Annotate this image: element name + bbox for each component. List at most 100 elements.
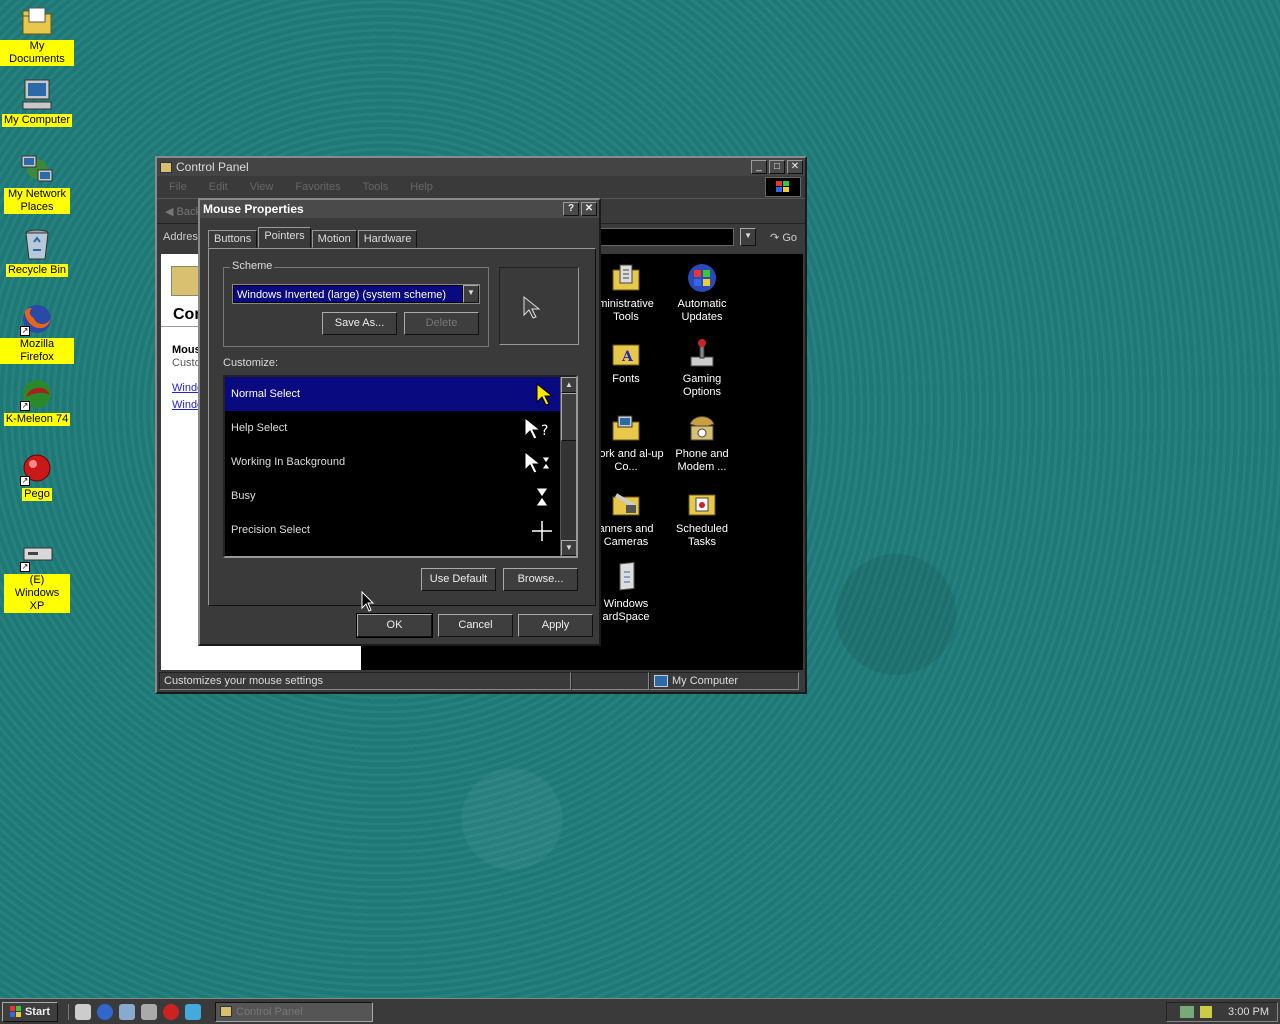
desktop-icon-firefox[interactable]: ↗ Mozilla Firefox xyxy=(0,302,74,364)
desktop-icon-label: Mozilla Firefox xyxy=(0,338,74,364)
scroll-down-icon[interactable]: ▼ xyxy=(561,540,576,556)
search-icon[interactable] xyxy=(141,1003,157,1020)
clock[interactable]: 3:00 PM xyxy=(1228,1006,1269,1018)
go-button[interactable]: ↷ Go xyxy=(762,231,805,244)
scheme-select[interactable]: Windows Inverted (large) (system scheme)… xyxy=(232,284,480,304)
mouse-properties-dialog[interactable]: Mouse Properties ? ✕ Buttons Pointers Mo… xyxy=(198,198,601,646)
scroll-thumb[interactable] xyxy=(561,393,576,441)
cp-item-scheduled-tasks[interactable]: Scheduled Tasks xyxy=(663,487,741,549)
chevron-down-icon[interactable]: ▼ xyxy=(463,285,479,303)
address-dropdown-button[interactable]: ▼ xyxy=(740,228,757,246)
save-as-button[interactable]: Save As... xyxy=(322,312,397,335)
folder-documents-icon xyxy=(20,4,54,38)
volume-tray-icon[interactable] xyxy=(1200,1006,1213,1018)
browse-button[interactable]: Browse... xyxy=(503,568,578,591)
control-panel-titlebar[interactable]: Control Panel _ □ ✕ xyxy=(157,158,805,176)
computer-icon xyxy=(654,675,668,687)
internet-explorer-icon[interactable] xyxy=(97,1003,113,1020)
drive-icon: ↗ xyxy=(20,538,54,572)
shortcut-arrow-icon: ↗ xyxy=(20,476,30,486)
pointer-row-working-in-background[interactable]: Working In Background xyxy=(225,445,576,479)
messenger-icon[interactable] xyxy=(185,1003,201,1020)
desktop-icon-windows-xp-drive[interactable]: ↗ (E) Windows XP xyxy=(0,538,74,613)
desktop-icon-pego[interactable]: ↗ Pego xyxy=(0,452,74,501)
pointer-row-busy[interactable]: Busy xyxy=(225,479,576,513)
menu-favorites[interactable]: Favorites xyxy=(295,181,340,193)
menu-help[interactable]: Help xyxy=(410,181,433,193)
outlook-express-icon[interactable] xyxy=(119,1003,135,1020)
cp-item-gaming-options[interactable]: Gaming Options xyxy=(663,337,741,399)
tab-buttons[interactable]: Buttons xyxy=(208,230,258,248)
taskbar-button-control-panel[interactable]: Control Panel xyxy=(215,1001,373,1022)
shortcut-arrow-icon: ↗ xyxy=(20,401,30,411)
mouse-cursor-icon xyxy=(361,591,375,612)
menu-view[interactable]: View xyxy=(250,181,274,193)
control-panel-folder-icon xyxy=(171,266,201,296)
pointer-list-scrollbar[interactable]: ▲ ▼ xyxy=(560,377,576,556)
maximize-button[interactable]: □ xyxy=(769,160,785,174)
dialog-tabs: Buttons Pointers Motion Hardware xyxy=(208,227,418,248)
ok-button[interactable]: OK xyxy=(356,613,433,638)
desktop-icon-label: My Network Places xyxy=(4,188,70,214)
desktop-icon-label: Pego xyxy=(22,488,52,501)
close-button[interactable]: ✕ xyxy=(787,160,803,174)
shortcut-arrow-icon: ↗ xyxy=(20,562,30,572)
dialog-close-button[interactable]: ✕ xyxy=(581,202,597,216)
use-default-button[interactable]: Use Default xyxy=(421,568,496,591)
dialog-titlebar[interactable]: Mouse Properties ? ✕ xyxy=(200,200,599,218)
pego-launch-icon[interactable] xyxy=(163,1003,179,1020)
desktop-icon-network-places[interactable]: My Network Places xyxy=(0,152,74,214)
cancel-button[interactable]: Cancel xyxy=(438,614,513,637)
desktop-icon-label: K-Meleon 74 xyxy=(3,413,71,426)
desktop-icon-kmeleon[interactable]: ↗ K-Meleon 74 xyxy=(0,377,74,426)
task-pane-title: Cor xyxy=(173,306,201,323)
hourglass-icon xyxy=(535,487,549,507)
cp-item-phone-and-modem[interactable]: Phone and Modem ... xyxy=(663,412,741,474)
go-arrow-icon: ↷ xyxy=(770,231,783,244)
kmeleon-icon: ↗ xyxy=(20,377,54,411)
pointer-row-normal-select[interactable]: Normal Select xyxy=(225,377,576,411)
delete-button[interactable]: Delete xyxy=(404,312,479,335)
tab-pointers[interactable]: Pointers xyxy=(258,227,311,248)
pointer-row-help-select[interactable]: Help Select ? xyxy=(225,411,576,445)
normal-select-cursor-icon xyxy=(536,383,554,406)
shortcut-arrow-icon: ↗ xyxy=(20,326,30,336)
status-text: Customizes your mouse settings xyxy=(159,672,571,690)
cp-item-automatic-updates[interactable]: Automatic Updates xyxy=(663,262,741,324)
desktop-icon-label: (E) Windows XP xyxy=(4,574,70,613)
tab-hardware[interactable]: Hardware xyxy=(357,230,418,248)
network-tray-icon[interactable] xyxy=(1180,1006,1195,1018)
help-button[interactable]: ? xyxy=(563,202,579,216)
recycle-bin-icon xyxy=(20,228,54,262)
computer-icon xyxy=(20,78,54,112)
automatic-updates-icon xyxy=(686,262,718,294)
scroll-up-icon[interactable]: ▲ xyxy=(561,377,576,393)
back-button[interactable]: ◀ Back xyxy=(165,205,201,218)
phone-icon xyxy=(686,412,718,444)
apply-button[interactable]: Apply xyxy=(518,614,593,637)
admin-tools-icon xyxy=(610,262,642,294)
desktop-icon-label: My Documents xyxy=(0,40,74,66)
minimize-button[interactable]: _ xyxy=(751,160,767,174)
scanner-icon xyxy=(610,487,642,519)
desktop-icon-my-computer[interactable]: My Computer xyxy=(0,78,74,127)
windows-flag-icon xyxy=(9,1006,21,1017)
pointer-row-precision-select[interactable]: Precision Select xyxy=(225,513,576,547)
menu-tools[interactable]: Tools xyxy=(363,181,389,193)
menu-edit[interactable]: Edit xyxy=(209,181,228,193)
scheduled-tasks-icon xyxy=(686,487,718,519)
pego-icon: ↗ xyxy=(20,452,54,486)
desktop-icon-recycle-bin[interactable]: Recycle Bin xyxy=(0,228,74,277)
pointer-list[interactable]: Normal Select Help Select ? Working In B… xyxy=(223,375,578,558)
system-tray: 3:00 PM xyxy=(1166,1002,1278,1022)
menu-file[interactable]: File xyxy=(169,181,187,193)
start-button[interactable]: Start xyxy=(2,1001,58,1022)
show-desktop-icon[interactable] xyxy=(75,1003,91,1020)
status-zone: My Computer xyxy=(649,672,799,690)
control-panel-icon xyxy=(220,1006,232,1017)
joystick-icon xyxy=(686,337,718,369)
tab-motion[interactable]: Motion xyxy=(311,230,357,248)
desktop-icon-my-documents[interactable]: My Documents xyxy=(0,4,74,66)
pointer-preview xyxy=(499,267,579,345)
arrow-cursor-icon xyxy=(523,296,541,319)
